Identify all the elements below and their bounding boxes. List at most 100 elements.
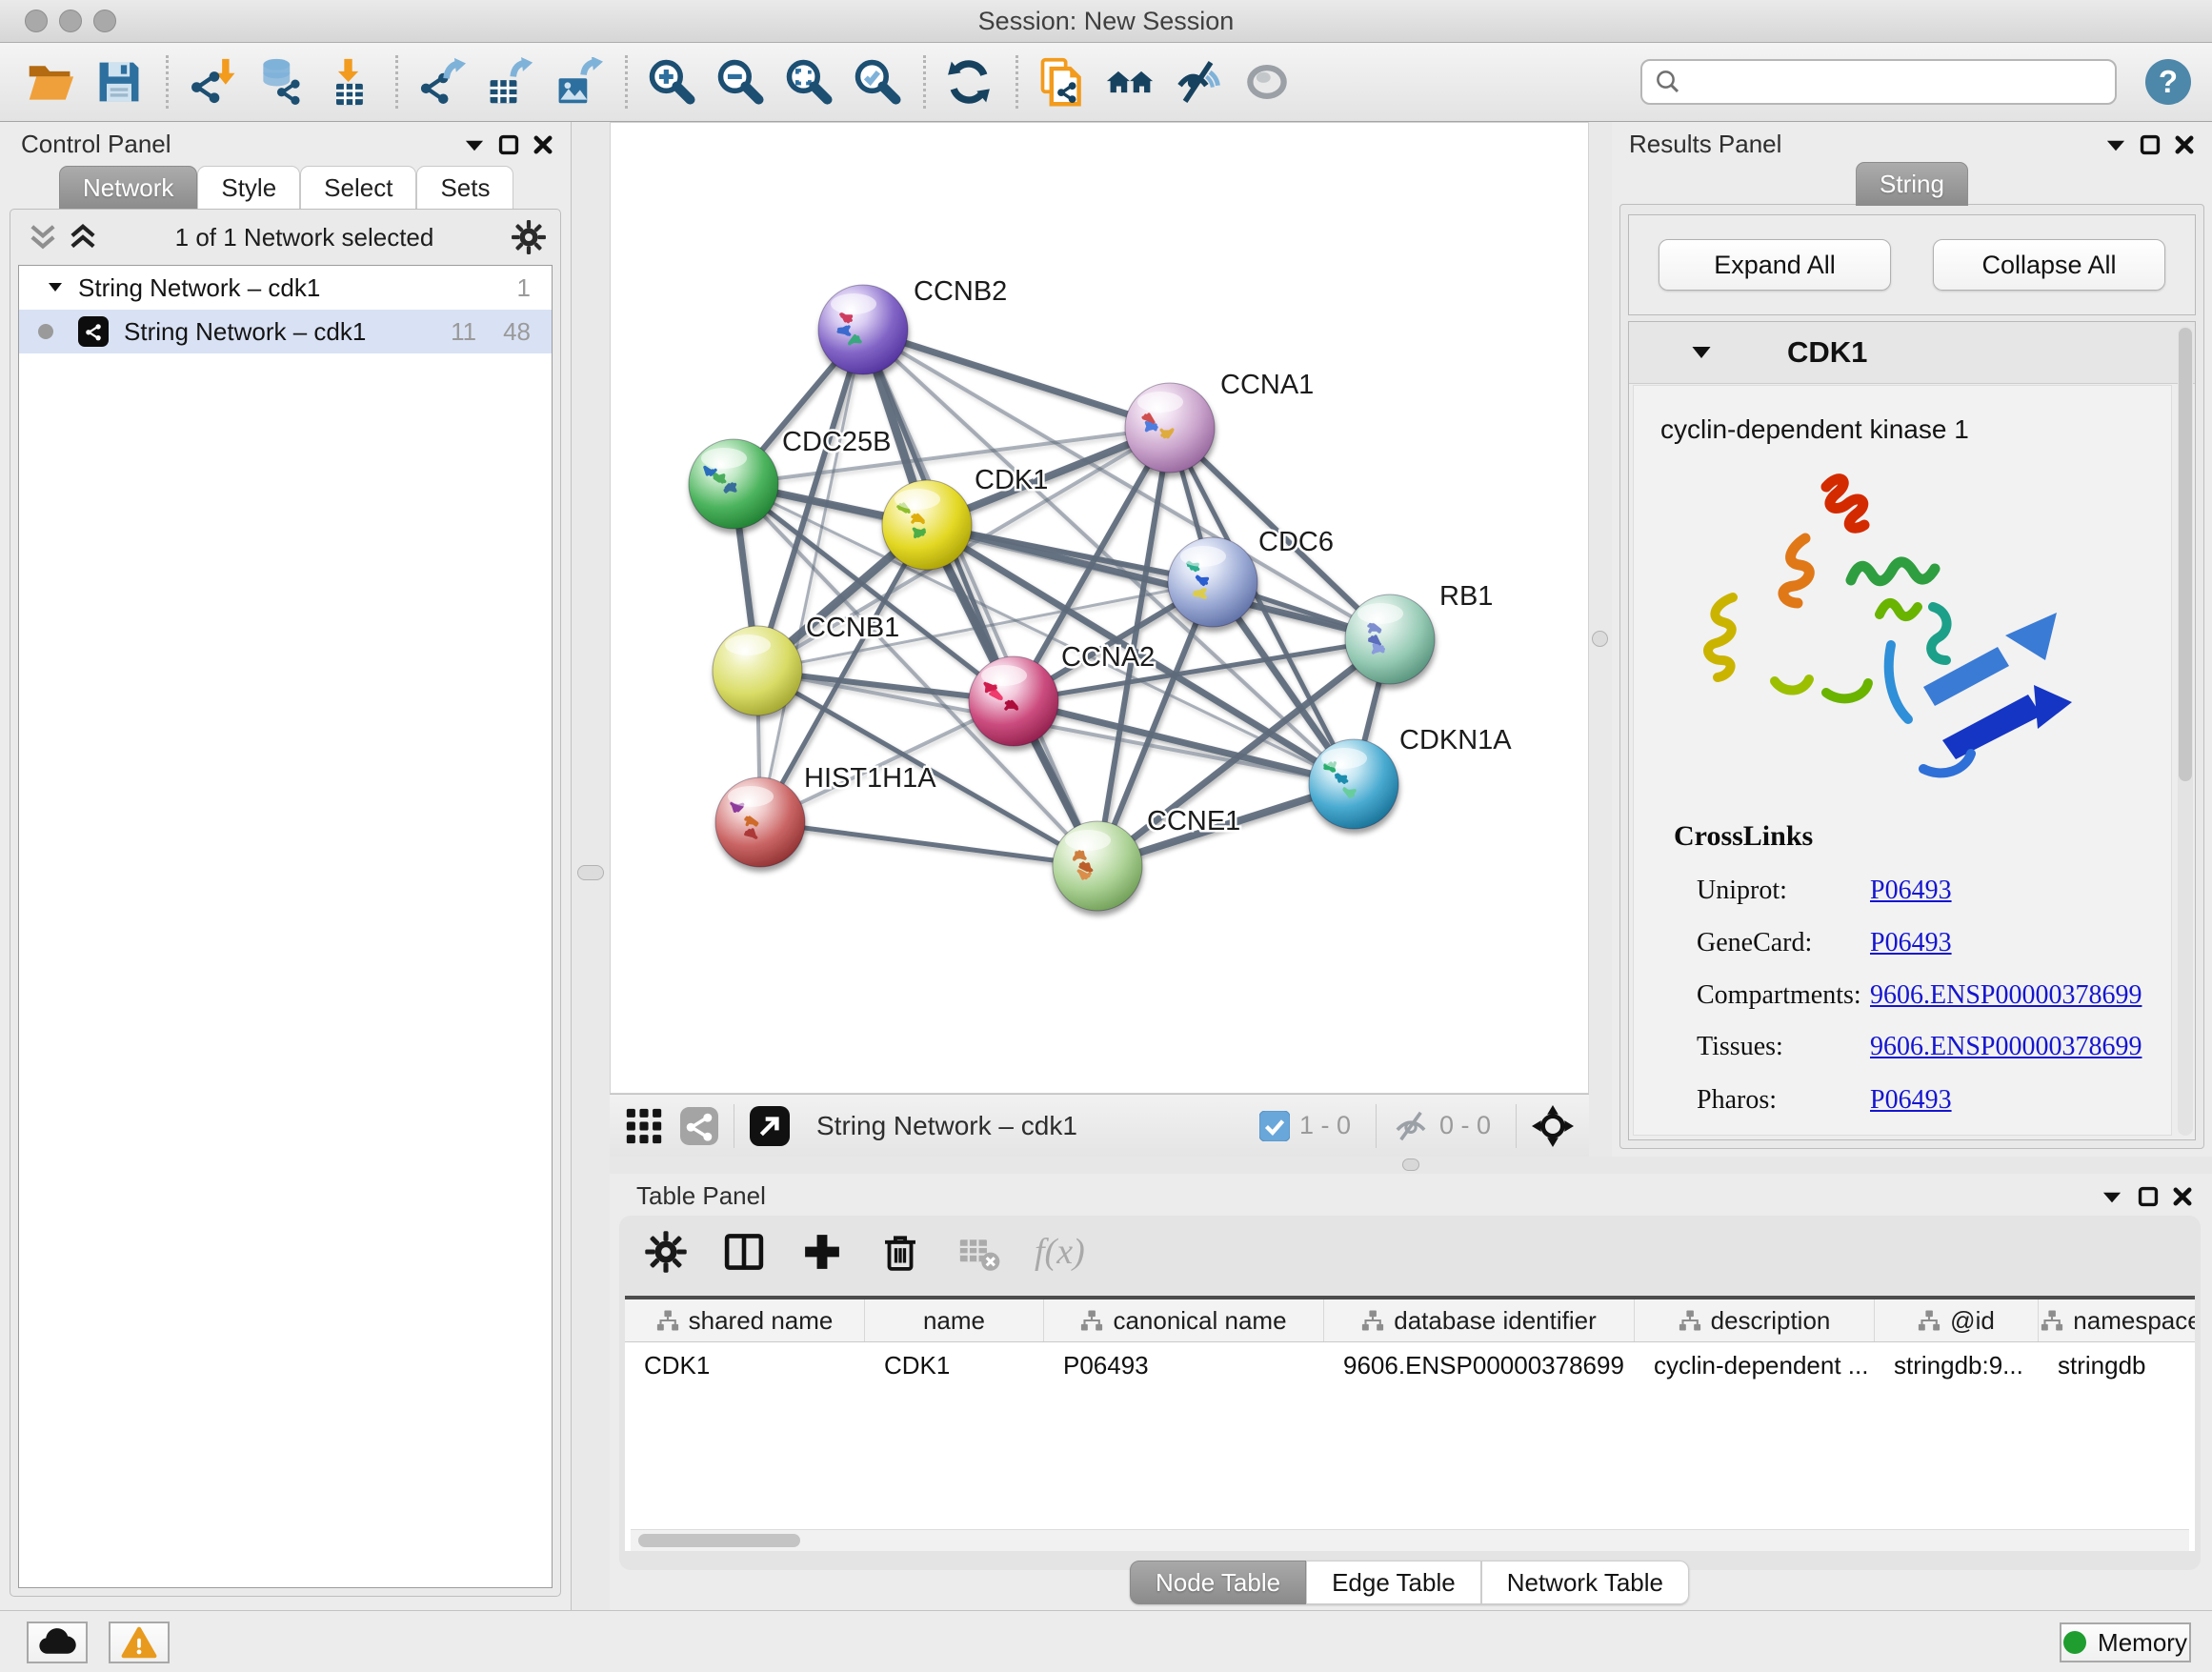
zoom-in-button[interactable]: [643, 51, 698, 112]
network-graph[interactable]: CCNB2CCNA1CDC25BCDK1CDC6RB1CCNB1CCNA2CDK…: [611, 123, 1590, 1095]
export-image-button[interactable]: [551, 51, 606, 112]
node-CCNB2[interactable]: [818, 285, 908, 374]
expand-all-networks-icon[interactable]: [68, 223, 98, 252]
close-panel-icon[interactable]: [2170, 1184, 2195, 1209]
right-splitter[interactable]: [1589, 122, 1612, 1157]
float-panel-icon[interactable]: [496, 132, 521, 157]
memory-button[interactable]: Memory: [2060, 1622, 2191, 1662]
node-CDC25B[interactable]: [689, 439, 778, 529]
selected-checkbox-icon[interactable]: [1259, 1111, 1290, 1141]
table-cell[interactable]: stringdb: [2039, 1342, 2195, 1388]
collection-expander-icon[interactable]: [46, 278, 65, 297]
edge-CCNB2-CCNA1[interactable]: [863, 330, 1170, 428]
share-file-button[interactable]: [1034, 51, 1089, 112]
column-header-description[interactable]: description: [1635, 1299, 1875, 1341]
table-row[interactable]: CDK1CDK1P064939606.ENSP00000378699cyclin…: [625, 1342, 2195, 1388]
column-header-name[interactable]: name: [865, 1299, 1044, 1341]
right-splitter-handle[interactable]: [1592, 631, 1608, 647]
crosslink-link[interactable]: 9606.ENSP00000378699: [1870, 980, 2142, 1011]
thumbnail-grid-icon[interactable]: [625, 1107, 663, 1145]
edge-HIST1H1A-CCNE1[interactable]: [760, 822, 1097, 866]
refresh-button[interactable]: [941, 51, 996, 112]
tab-network-table[interactable]: Network Table: [1481, 1561, 1689, 1604]
table-scrollbar-thumb[interactable]: [638, 1534, 800, 1547]
table-cell[interactable]: stringdb:9...: [1875, 1342, 2039, 1388]
float-panel-icon[interactable]: [2136, 1184, 2161, 1209]
table-options-gear-icon[interactable]: [644, 1230, 688, 1274]
detach-view-icon[interactable]: [750, 1106, 790, 1146]
node-CDK1[interactable]: [882, 480, 972, 570]
tab-select[interactable]: Select: [300, 166, 416, 210]
crosslink-link[interactable]: P06493: [1870, 928, 1952, 958]
network-row-selected[interactable]: String Network – cdk1 11 48: [19, 310, 552, 353]
edge-CCNB2-HIST1H1A[interactable]: [760, 330, 863, 822]
show-hide-graphics-details-button[interactable]: [1171, 51, 1226, 112]
results-scrollbar-thumb[interactable]: [2179, 328, 2192, 781]
column-header-canonical-name[interactable]: canonical name: [1044, 1299, 1324, 1341]
help-button[interactable]: ?: [2145, 59, 2191, 105]
crosslink-link[interactable]: P06493: [1870, 1085, 1952, 1116]
entry-expander-icon[interactable]: [1690, 341, 1713, 364]
tab-sets[interactable]: Sets: [416, 166, 513, 210]
column-header-namespace[interactable]: namespace: [2039, 1299, 2195, 1341]
tab-string[interactable]: String: [1856, 162, 1968, 206]
node-CCNA1[interactable]: [1125, 383, 1215, 473]
string-share-icon[interactable]: [680, 1107, 718, 1145]
add-column-icon[interactable]: [800, 1230, 844, 1274]
cloud-status-button[interactable]: [27, 1622, 88, 1663]
node-CCNA2[interactable]: [969, 656, 1058, 746]
table-cell[interactable]: CDK1: [865, 1342, 1044, 1388]
close-panel-icon[interactable]: [531, 132, 555, 157]
left-splitter[interactable]: [572, 122, 610, 1610]
left-splitter-handle[interactable]: [577, 865, 604, 880]
table-cell[interactable]: 9606.ENSP00000378699: [1324, 1342, 1635, 1388]
delete-column-icon[interactable]: [878, 1230, 922, 1274]
network-collection-row[interactable]: String Network – cdk1 1: [19, 266, 552, 310]
import-network-from-file-button[interactable]: [184, 51, 239, 112]
crosslink-link[interactable]: 9606.ENSP00000378699: [1870, 1032, 2142, 1062]
node-RB1[interactable]: [1345, 594, 1435, 684]
table-cell[interactable]: cyclin-dependent ...: [1635, 1342, 1875, 1388]
node-CCNE1[interactable]: [1053, 821, 1142, 911]
table-cell[interactable]: P06493: [1044, 1342, 1324, 1388]
horizontal-splitter-handle[interactable]: [1402, 1158, 1419, 1171]
collapse-all-button[interactable]: Collapse All: [1933, 239, 2165, 291]
column-header--id[interactable]: @id: [1875, 1299, 2039, 1341]
node-HIST1H1A[interactable]: [715, 777, 805, 867]
network-options-gear-icon[interactable]: [511, 219, 547, 255]
show-home-button[interactable]: [1102, 51, 1157, 112]
import-table-from-file-button[interactable]: [321, 51, 376, 112]
show-columns-icon[interactable]: [722, 1230, 766, 1274]
table-horizontal-scrollbar[interactable]: [631, 1529, 2189, 1551]
tab-edge-table[interactable]: Edge Table: [1306, 1561, 1481, 1604]
node-CCNB1[interactable]: [713, 626, 802, 715]
float-panel-icon[interactable]: [2138, 132, 2162, 157]
expand-all-button[interactable]: Expand All: [1659, 239, 1891, 291]
open-session-button[interactable]: [23, 51, 78, 112]
collapse-all-networks-icon[interactable]: [28, 223, 58, 252]
export-network-button[interactable]: [413, 51, 469, 112]
crosshair-icon[interactable]: [1532, 1105, 1574, 1147]
warnings-button[interactable]: [109, 1622, 170, 1663]
hidden-eye-icon[interactable]: [1392, 1109, 1430, 1143]
crosslink-link[interactable]: P06493: [1870, 876, 1952, 906]
result-entry-header[interactable]: CDK1: [1629, 322, 2195, 384]
column-header-shared-name[interactable]: shared name: [625, 1299, 865, 1341]
zoom-fit-button[interactable]: [780, 51, 835, 112]
network-canvas[interactable]: CCNB2CCNA1CDC25BCDK1CDC6RB1CCNB1CCNA2CDK…: [610, 122, 1589, 1094]
close-panel-icon[interactable]: [2172, 132, 2197, 157]
results-scrollbar[interactable]: [2178, 326, 2193, 1136]
import-network-from-database-button[interactable]: [252, 51, 308, 112]
column-header-database-identifier[interactable]: database identifier: [1324, 1299, 1635, 1341]
birds-eye-view-button[interactable]: [1239, 51, 1295, 112]
panel-menu-icon[interactable]: [462, 133, 487, 158]
tab-style[interactable]: Style: [197, 166, 300, 210]
horizontal-splitter[interactable]: [610, 1157, 2212, 1174]
node-CDKN1A[interactable]: [1309, 739, 1398, 829]
search-input[interactable]: [1640, 59, 2117, 105]
export-table-button[interactable]: [482, 51, 537, 112]
node-CDC6[interactable]: [1168, 537, 1257, 627]
panel-menu-icon[interactable]: [2100, 1185, 2124, 1210]
tab-network[interactable]: Network: [59, 166, 197, 210]
panel-menu-icon[interactable]: [2103, 133, 2128, 158]
